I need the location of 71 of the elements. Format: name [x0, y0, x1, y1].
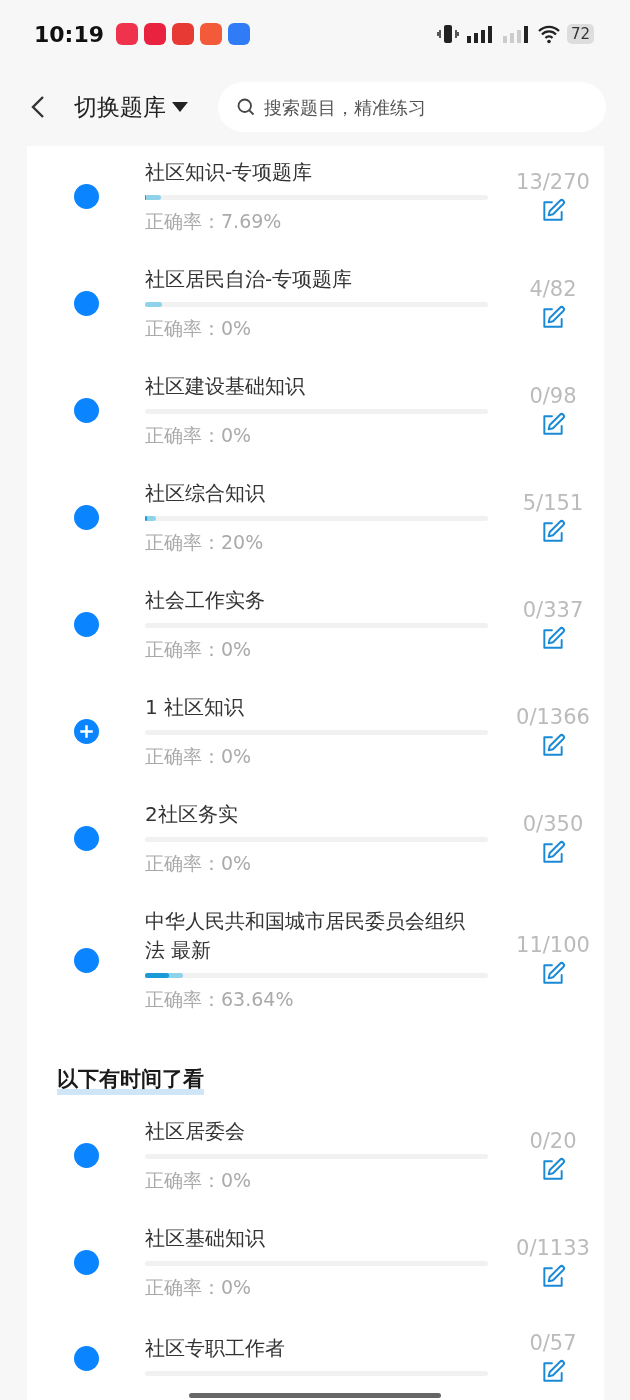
search-field[interactable]: 搜索题目，精准练习: [218, 82, 606, 132]
dot-icon: [73, 1345, 99, 1371]
app-notification-icon: [172, 23, 195, 45]
progress-count: 0/350: [522, 811, 584, 836]
dot-icon: [73, 291, 99, 316]
bank-title[interactable]: 中华人民共和国城市居民委员会组织法 最新: [145, 907, 488, 965]
clock: 10:19: [34, 21, 105, 47]
progress-count: 5/151: [522, 490, 584, 515]
vibrate-icon: [436, 24, 459, 44]
search-input[interactable]: 搜索题目，精准练习: [262, 95, 588, 119]
accuracy-text: 正确率：0%: [145, 316, 253, 341]
edit-icon[interactable]: [540, 197, 566, 224]
accuracy-text: 正确率：7.69%: [145, 209, 283, 234]
bank-title[interactable]: 社区专职工作者: [145, 1333, 488, 1363]
edit-icon[interactable]: [540, 1359, 566, 1385]
app-notification-icon: [116, 23, 139, 45]
edit-icon[interactable]: [540, 732, 566, 759]
dot-icon: [73, 398, 99, 423]
progress-count: 4/82: [529, 276, 577, 301]
bank-title[interactable]: 社区居委会: [145, 1117, 488, 1146]
bank-title[interactable]: 社区居民自治-专项题库: [145, 265, 488, 294]
bank-title[interactable]: 社区综合知识: [145, 479, 488, 508]
accuracy-text: 正确率：20%: [145, 530, 265, 555]
progress-count: 0/1366: [516, 704, 590, 729]
bank-title[interactable]: 社会工作实务: [145, 586, 488, 615]
dot-icon: [73, 826, 99, 851]
bank-title[interactable]: 2社区务实: [145, 800, 488, 829]
section-heading: 以下有时间了看: [57, 1065, 204, 1095]
bank-title[interactable]: 1 社区知识: [145, 693, 488, 722]
signal-icon: [500, 24, 531, 44]
accuracy-text: 正确率：0%: [145, 744, 253, 769]
dot-icon: [73, 505, 99, 530]
progress-count: 13/270: [516, 169, 590, 194]
progress-count: 0/98: [529, 383, 577, 408]
bank-title[interactable]: 社区基础知识: [145, 1224, 488, 1253]
accuracy-text: 正确率：0%: [145, 851, 253, 876]
edit-icon[interactable]: [540, 625, 566, 652]
progress-count: 0/20: [529, 1128, 577, 1153]
battery-level: 72: [566, 24, 594, 44]
caret-icon: [172, 102, 188, 112]
edit-icon[interactable]: [540, 1263, 566, 1290]
app-notification-icon: [200, 23, 223, 45]
progress-count: 0/337: [522, 597, 584, 622]
signal-icon: [464, 24, 495, 44]
bank-title[interactable]: 社区建设基础知识: [145, 372, 488, 401]
dot-icon: [73, 947, 99, 973]
progress-count: 0/1133: [516, 1235, 590, 1260]
edit-icon[interactable]: [540, 304, 566, 331]
dot-icon: [73, 1250, 99, 1275]
accuracy-text: 正确率：0%: [145, 637, 253, 662]
accuracy-text: 正确率：0%: [145, 423, 253, 448]
app-notification-icon: [144, 23, 167, 45]
accuracy-text: 正确率：0%: [145, 1168, 253, 1193]
plus-circle-icon[interactable]: [73, 719, 99, 744]
app-notification-icon: [228, 23, 251, 45]
bank-switch-dropdown[interactable]: 切换题库: [74, 91, 188, 123]
edit-icon[interactable]: [540, 518, 566, 545]
wifi-icon: [536, 24, 561, 44]
dot-icon: [73, 1143, 99, 1168]
progress-count: 0/57: [529, 1331, 577, 1355]
dot-icon: [73, 612, 99, 637]
dot-icon: [73, 184, 99, 209]
search-icon: [236, 97, 256, 117]
accuracy-text: 正确率：0%: [145, 1275, 253, 1300]
edit-icon[interactable]: [540, 1156, 566, 1183]
progress-count: 11/100: [516, 933, 590, 957]
accuracy-text: 正确率：63.64%: [145, 987, 295, 1012]
edit-icon[interactable]: [540, 839, 566, 866]
edit-icon[interactable]: [540, 411, 566, 438]
bank-title[interactable]: 社区知识-专项题库: [145, 158, 488, 187]
edit-icon[interactable]: [540, 961, 566, 987]
